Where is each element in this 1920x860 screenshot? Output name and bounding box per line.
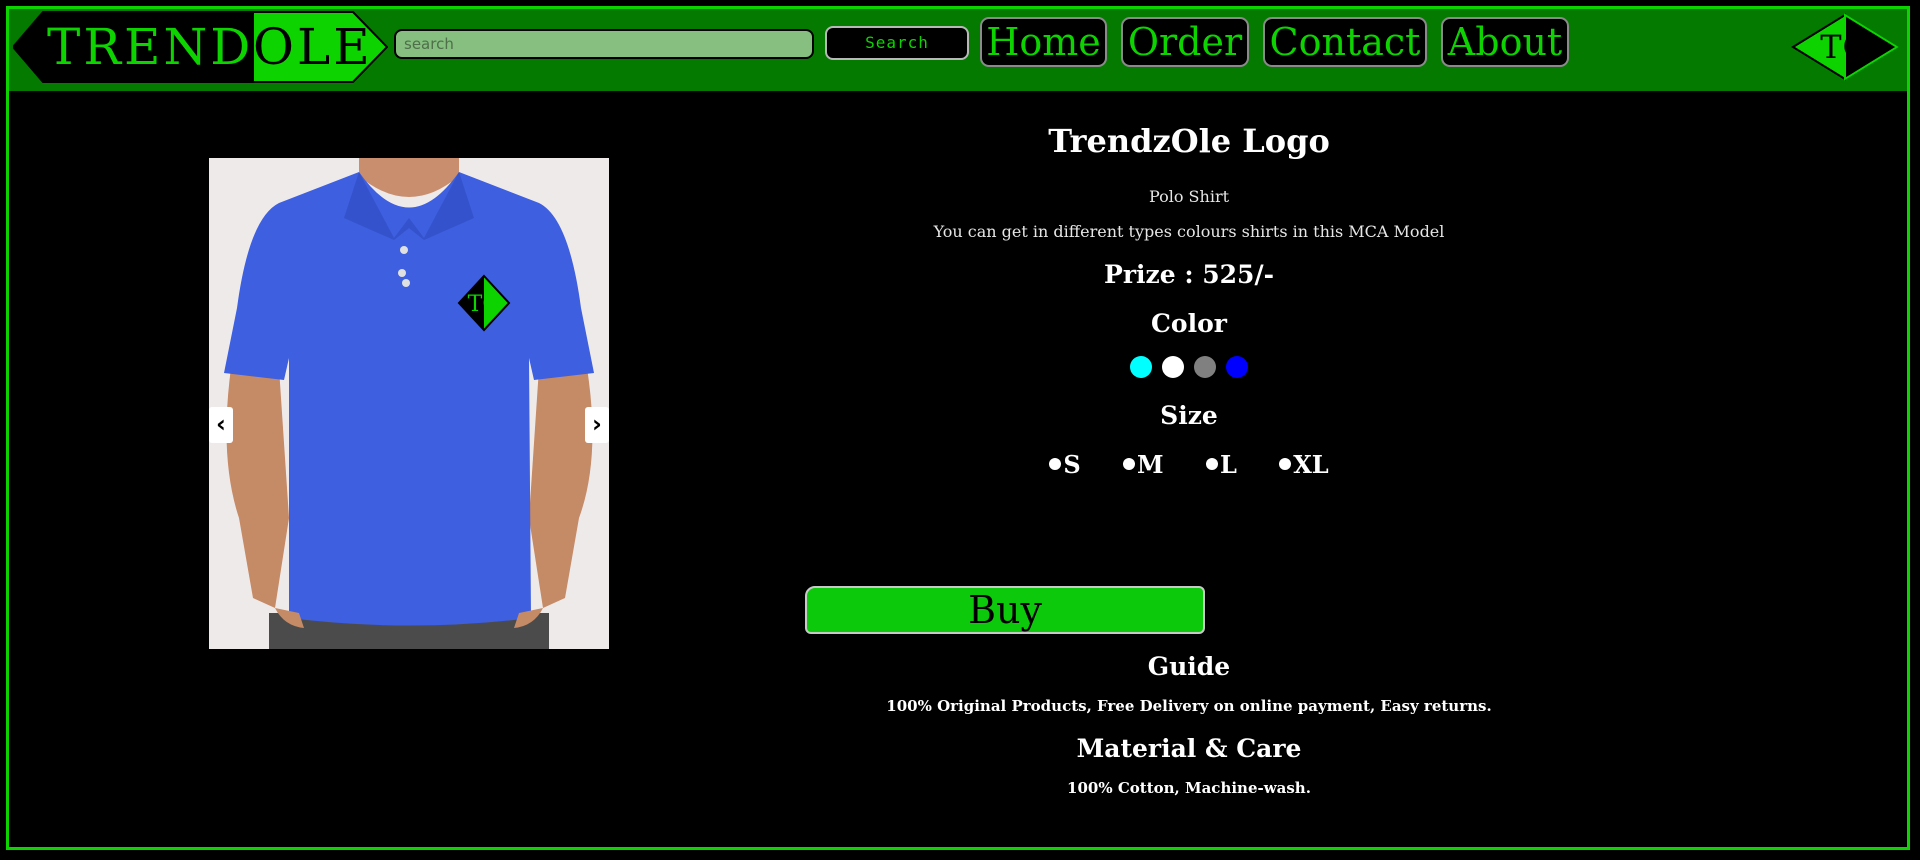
brand-name-right: OLE — [253, 18, 373, 76]
carousel-next-button[interactable]: › — [585, 407, 609, 443]
emblem-monogram: TO — [468, 292, 501, 317]
radio-dot-icon — [1123, 458, 1136, 470]
color-swatches — [789, 356, 1589, 382]
nav-about[interactable]: About — [1441, 17, 1569, 67]
material-care-text: 100% Cotton, Machine-wash. — [1067, 779, 1311, 797]
radio-dot-icon — [1205, 458, 1218, 470]
size-heading: Size — [1160, 401, 1218, 430]
product-image: TO ‹ › — [209, 158, 609, 649]
brand-logo[interactable]: TRENDZ OLE — [13, 11, 388, 83]
size-label: S — [1063, 450, 1081, 479]
product-description: You can get in different types colours s… — [933, 222, 1445, 241]
radio-dot-icon — [1049, 458, 1062, 470]
guide-heading: Guide — [1147, 652, 1231, 681]
carousel-prev-button[interactable]: ‹ — [209, 407, 233, 443]
product-title: TrendzOle Logo — [1048, 122, 1330, 160]
page-frame: TRENDZ OLE Search Home Order Contact Abo… — [6, 6, 1910, 850]
product-price: Prize : 525/- — [1104, 260, 1274, 289]
material-care-heading: Material & Care — [1076, 734, 1302, 763]
polo-shirt-image: TO — [209, 158, 609, 649]
size-label: L — [1219, 450, 1237, 479]
color-swatch[interactable] — [1194, 356, 1216, 378]
navbar: TRENDZ OLE Search Home Order Contact Abo… — [9, 9, 1907, 91]
search-button[interactable]: Search — [825, 26, 969, 60]
nav-contact[interactable]: Contact — [1263, 17, 1427, 67]
guide-text: 100% Original Products, Free Delivery on… — [886, 697, 1492, 715]
size-label: M — [1137, 450, 1164, 479]
corner-monogram-text: TO — [1820, 28, 1870, 66]
product-subtitle: Polo Shirt — [1148, 187, 1230, 206]
size-option-xl[interactable]: XL — [1279, 450, 1329, 479]
nav-home[interactable]: Home — [980, 17, 1107, 67]
size-option-m[interactable]: M — [1123, 450, 1164, 479]
size-label: XL — [1293, 450, 1329, 479]
nav-order[interactable]: Order — [1121, 17, 1249, 67]
search-input[interactable] — [394, 29, 814, 59]
size-option-l[interactable]: L — [1205, 450, 1237, 479]
corner-monogram-logo[interactable]: TO — [1791, 13, 1899, 81]
size-option-s[interactable]: S — [1049, 450, 1081, 479]
buy-button[interactable]: Buy — [805, 586, 1205, 634]
size-options: S M L XL — [789, 450, 1589, 479]
color-swatch[interactable] — [1226, 356, 1248, 378]
color-heading: Color — [1151, 309, 1227, 338]
radio-dot-icon — [1279, 458, 1292, 470]
color-swatch[interactable] — [1162, 356, 1184, 378]
color-swatch[interactable] — [1130, 356, 1152, 378]
